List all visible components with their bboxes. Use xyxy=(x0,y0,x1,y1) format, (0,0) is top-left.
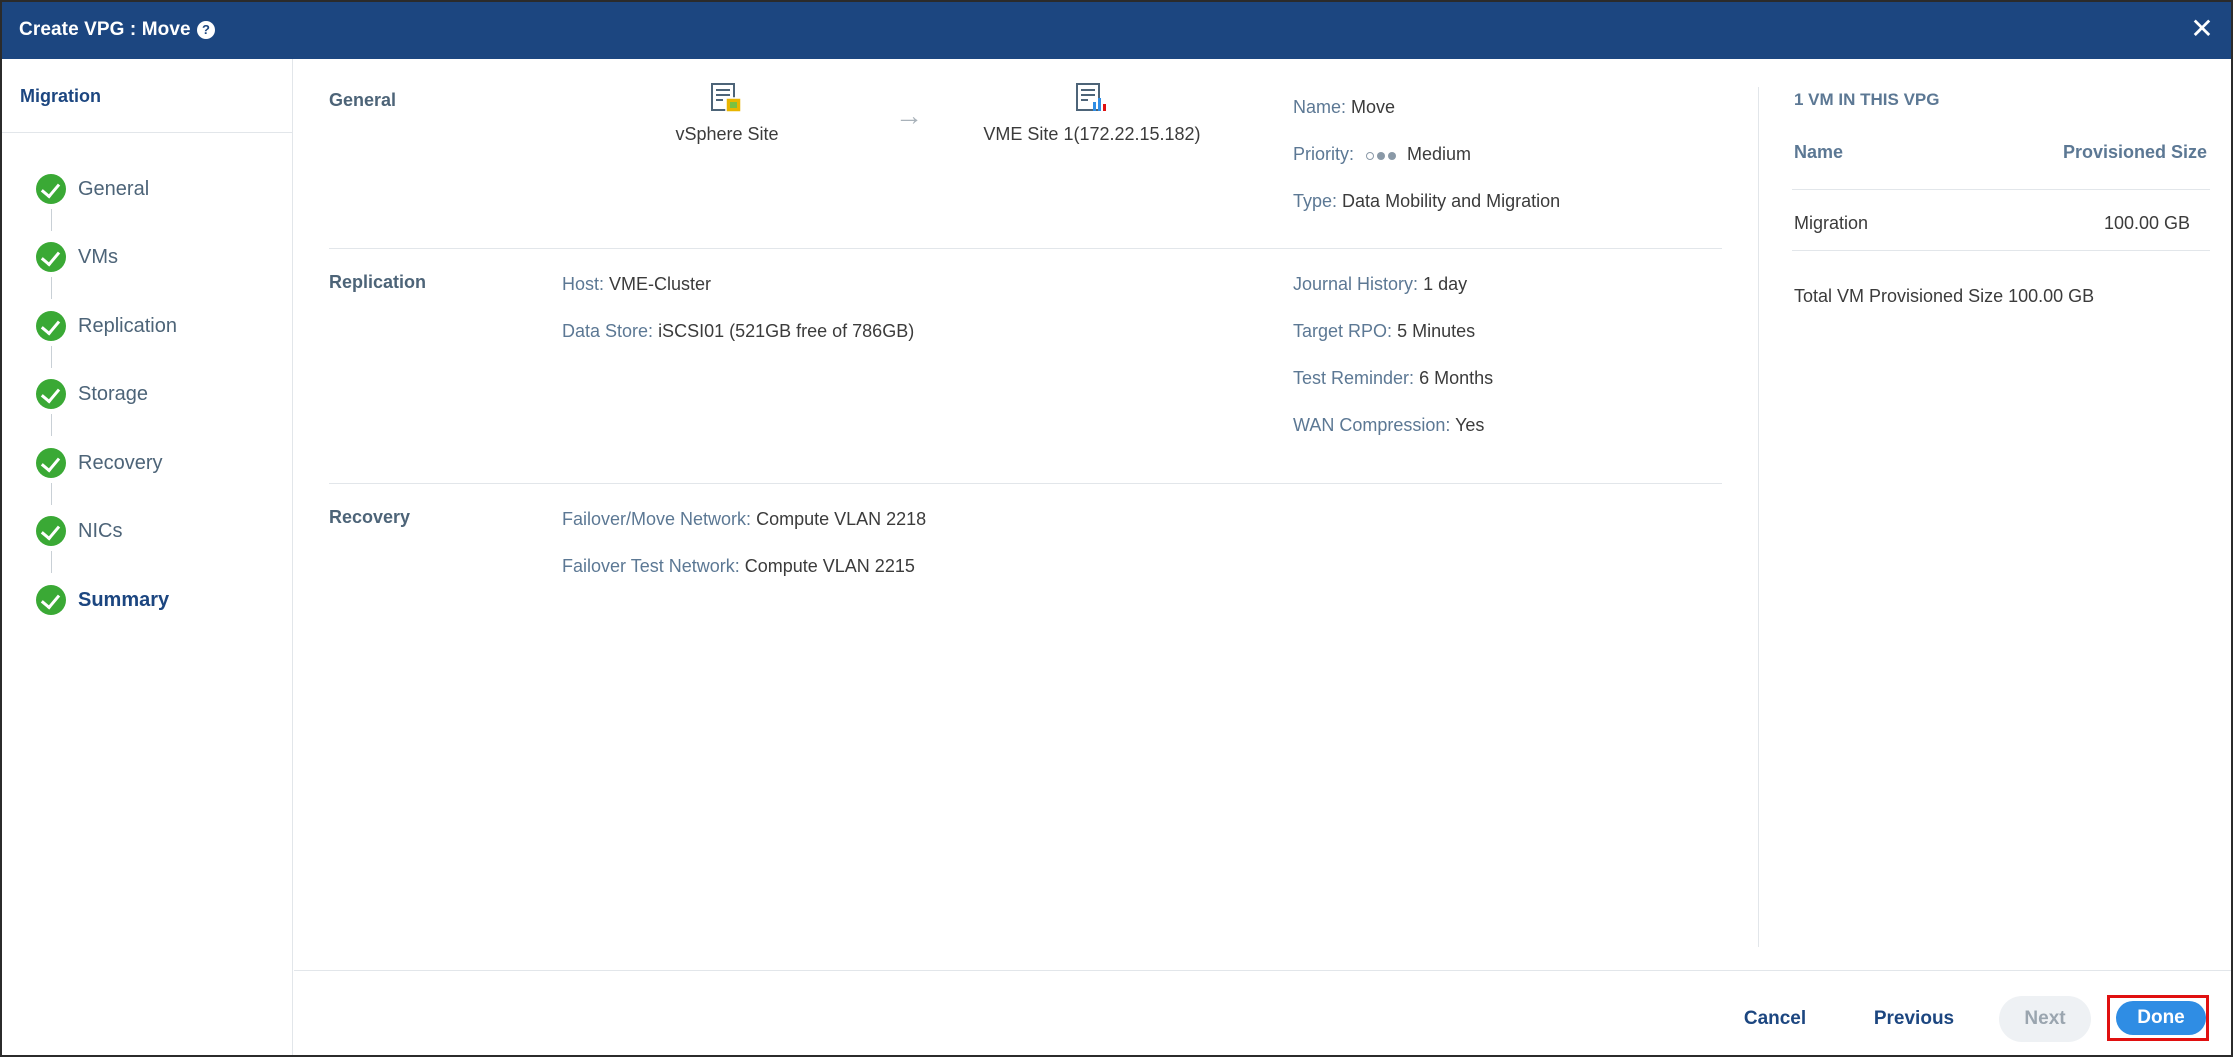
field-value: Move xyxy=(1351,97,1396,117)
vm-panel-title: 1 VM IN THIS VPG xyxy=(1794,90,1940,109)
arrow-right-icon: → xyxy=(895,100,923,131)
step-label: General xyxy=(78,178,150,200)
field-key: Type: xyxy=(1293,191,1338,211)
field-value: Yes xyxy=(1455,415,1485,435)
source-site: vSphere Site xyxy=(642,82,812,145)
field-key: Name: xyxy=(1293,97,1347,117)
recovery-section-title: Recovery xyxy=(329,507,411,527)
section-divider xyxy=(329,248,1722,249)
vm-name-cell: Migration xyxy=(1794,213,1869,233)
target-rpo: Target RPO: 5 Minutes xyxy=(1293,321,1475,342)
replication-section-title: Replication xyxy=(329,272,427,292)
vme-site-icon xyxy=(1076,83,1106,111)
column-header-provisioned-size[interactable]: Provisioned Size xyxy=(2063,142,2207,163)
create-vpg-dialog: Create VPG : Move ? ✕ Migration General … xyxy=(0,0,2233,1057)
field-value: VME-Cluster xyxy=(609,274,712,294)
check-icon xyxy=(36,242,66,272)
failover-test-network: Failover Test Network: Compute VLAN 2215 xyxy=(562,556,915,577)
previous-button[interactable]: Previous xyxy=(1864,996,1964,1042)
journal-history: Journal History: 1 day xyxy=(1293,274,1467,295)
field-value: Compute VLAN 2218 xyxy=(756,509,927,529)
field-value: 6 Months xyxy=(1419,368,1494,388)
field-key: Host: xyxy=(562,274,605,294)
column-header-name[interactable]: Name xyxy=(1794,142,1843,163)
done-button[interactable]: Done xyxy=(2116,1001,2206,1035)
step-connector xyxy=(51,551,52,573)
step-label: NICs xyxy=(78,520,123,542)
target-site: VME Site 1(172.22.15.182) xyxy=(962,82,1222,145)
cancel-button[interactable]: Cancel xyxy=(1730,996,1820,1042)
vpg-priority: Priority: Medium xyxy=(1293,144,1471,166)
target-site-label: VME Site 1(172.22.15.182) xyxy=(983,124,1201,144)
field-key: Priority: xyxy=(1293,144,1355,164)
step-connector xyxy=(51,414,52,436)
check-icon xyxy=(36,448,66,478)
field-key: Data Store: xyxy=(562,321,654,341)
priority-dots-icon xyxy=(1366,145,1399,166)
wizard-sidebar: Migration General VMs Replication Storag… xyxy=(2,59,293,1055)
step-recovery[interactable]: Recovery xyxy=(36,448,276,478)
step-label: Replication xyxy=(78,315,177,337)
check-icon xyxy=(36,379,66,409)
field-value: 1 day xyxy=(1423,274,1468,294)
field-key: Target RPO: xyxy=(1293,321,1393,341)
step-general[interactable]: General xyxy=(36,174,276,204)
field-value: 5 Minutes xyxy=(1397,321,1476,341)
step-connector xyxy=(51,209,52,231)
field-value: iSCSI01 (521GB free of 786GB) xyxy=(658,321,915,341)
step-summary[interactable]: Summary xyxy=(36,585,276,615)
step-connector xyxy=(51,346,52,368)
close-icon[interactable]: ✕ xyxy=(2187,14,2217,44)
vpg-type: Type: Data Mobility and Migration xyxy=(1293,191,1560,212)
step-label: Summary xyxy=(78,589,170,611)
table-header-divider xyxy=(1792,189,2210,190)
done-button-highlight: Done xyxy=(2107,995,2209,1041)
general-section-title: General xyxy=(329,90,397,110)
step-label: Recovery xyxy=(78,452,163,474)
replication-host: Host: VME-Cluster xyxy=(562,274,711,295)
field-key: Journal History: xyxy=(1293,274,1419,294)
replication-datastore: Data Store: iSCSI01 (521GB free of 786GB… xyxy=(562,321,914,342)
panel-divider xyxy=(1758,87,1759,947)
field-value: Compute VLAN 2215 xyxy=(744,556,915,576)
failover-network: Failover/Move Network: Compute VLAN 2218 xyxy=(562,509,926,530)
check-icon xyxy=(36,174,66,204)
step-vms[interactable]: VMs xyxy=(36,242,276,272)
source-site-label: vSphere Site xyxy=(675,124,779,144)
next-button: Next xyxy=(1999,996,2091,1042)
title-bar: Create VPG : Move ? ✕ xyxy=(2,2,2231,59)
step-label: Storage xyxy=(78,383,149,405)
vsphere-site-icon xyxy=(711,83,742,113)
section-divider xyxy=(329,483,1722,484)
vpg-name: Name: Move xyxy=(1293,97,1395,118)
field-key: Failover Test Network: xyxy=(562,556,740,576)
test-reminder: Test Reminder: 6 Months xyxy=(1293,368,1493,389)
wan-compression: WAN Compression: Yes xyxy=(1293,415,1484,436)
dialog-title: Create VPG : Move xyxy=(19,19,191,40)
total-provisioned-size: Total VM Provisioned Size 100.00 GB xyxy=(1794,286,2095,306)
step-replication[interactable]: Replication xyxy=(36,311,276,341)
step-nics[interactable]: NICs xyxy=(36,516,276,546)
step-storage[interactable]: Storage xyxy=(36,379,276,409)
check-icon xyxy=(36,311,66,341)
step-connector xyxy=(51,277,52,299)
footer-divider xyxy=(294,970,2231,971)
table-row-divider xyxy=(1792,250,2210,251)
step-connector xyxy=(51,483,52,505)
vm-size-cell: 100.00 GB xyxy=(2104,213,2191,233)
field-value: Data Mobility and Migration xyxy=(1342,191,1561,211)
field-key: Failover/Move Network: xyxy=(562,509,752,529)
check-icon xyxy=(36,516,66,546)
check-icon xyxy=(36,585,66,615)
help-icon[interactable]: ? xyxy=(197,21,215,39)
field-key: Test Reminder: xyxy=(1293,368,1415,388)
field-key: WAN Compression: xyxy=(1293,415,1451,435)
step-label: VMs xyxy=(78,246,118,268)
sidebar-heading: Migration xyxy=(20,86,101,106)
field-value: Medium xyxy=(1407,144,1472,164)
sidebar-divider xyxy=(2,132,292,133)
